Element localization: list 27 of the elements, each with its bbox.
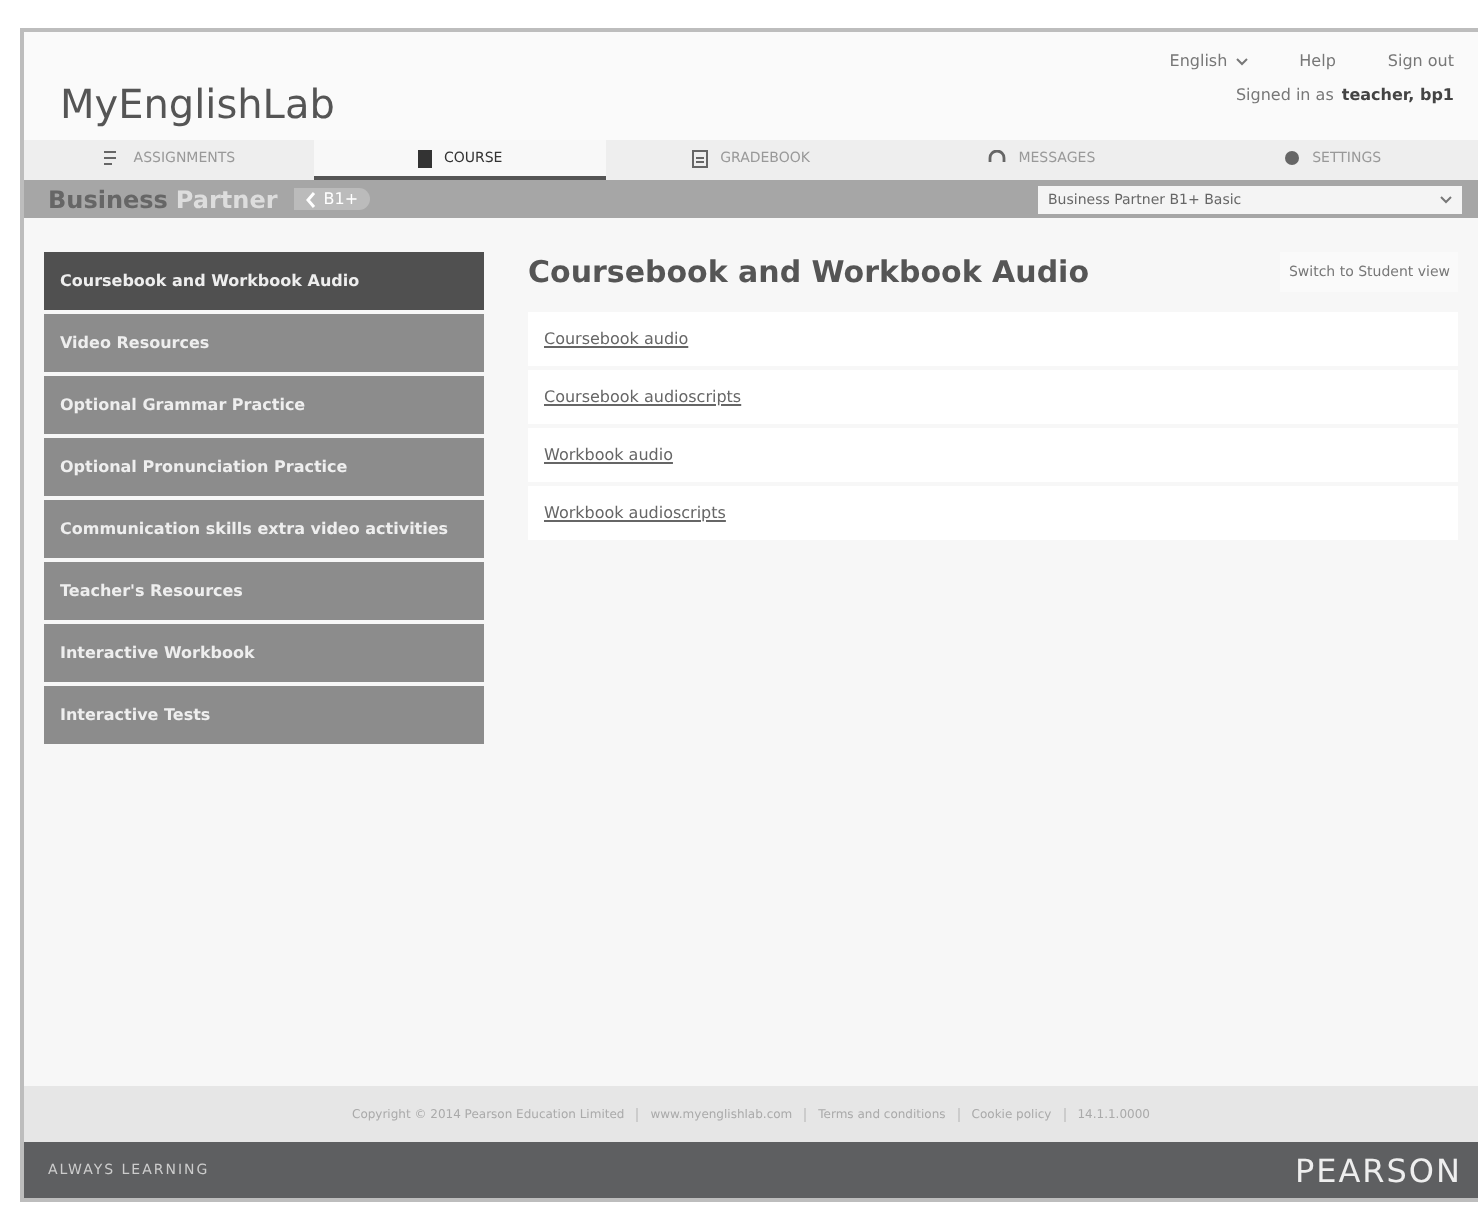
signed-in-label: Signed in as xyxy=(1235,86,1334,104)
sidebar-item[interactable]: Optional Grammar Practice xyxy=(44,376,484,434)
page-title: Coursebook and Workbook Audio xyxy=(528,254,1090,290)
resource-link[interactable]: Coursebook audio xyxy=(528,312,1458,366)
sign-out-link[interactable]: Sign out xyxy=(1387,52,1454,70)
resource-link[interactable]: Coursebook audioscripts xyxy=(528,370,1458,424)
help-link[interactable]: Help xyxy=(1299,52,1336,70)
clipboard-icon xyxy=(692,149,709,167)
resource-link[interactable]: Workbook audio xyxy=(528,428,1458,482)
sidebar-item[interactable]: Optional Pronunciation Practice xyxy=(44,438,484,496)
list-icon xyxy=(103,150,122,166)
headset-icon xyxy=(988,150,1007,166)
logo: MyEnglishLab xyxy=(60,80,335,128)
sidebar-item[interactable]: Interactive Workbook xyxy=(44,624,484,682)
caret-icon xyxy=(1235,57,1248,65)
sidebar-item[interactable]: Video Resources xyxy=(44,314,484,372)
caret-icon xyxy=(1440,195,1452,203)
language-dropdown[interactable]: English xyxy=(1169,52,1228,70)
sidebar-item[interactable]: Teacher's Resources xyxy=(44,562,484,620)
sidebar-item[interactable]: Interactive Tests xyxy=(44,686,484,744)
resource-link[interactable]: Workbook audioscripts xyxy=(528,486,1458,540)
brand-logo: PEARSON xyxy=(1294,1151,1462,1189)
level-badge: B1+ xyxy=(293,188,371,210)
sidebar-item[interactable]: Coursebook and Workbook Audio xyxy=(44,252,484,310)
book-icon xyxy=(417,149,432,167)
user-name: teacher, bp1 xyxy=(1341,86,1454,104)
sidebar-item[interactable]: Communication skills extra video activities xyxy=(44,500,484,558)
